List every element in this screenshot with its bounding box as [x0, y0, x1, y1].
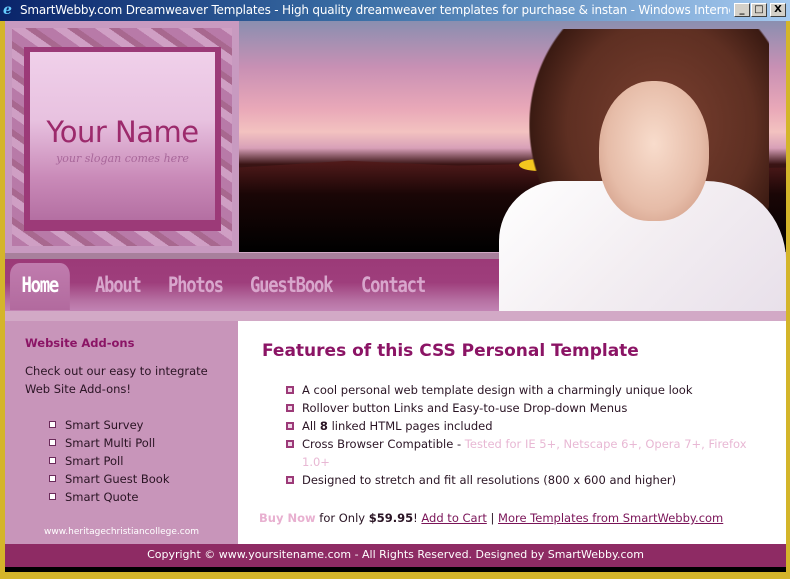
sidebar: Website Add-ons Check out our easy to in… — [5, 321, 238, 544]
logo-frame: Your Name your slogan comes here — [24, 47, 221, 231]
feature-item: Designed to stretch and fit all resoluti… — [286, 471, 766, 489]
page-frame: Your Name your slogan comes here Home Ab… — [5, 21, 786, 572]
feature-item: A cool personal web template design with… — [286, 381, 766, 399]
sidebar-title: Website Add-ons — [25, 336, 135, 350]
content-heading: Features of this CSS Personal Template — [262, 341, 639, 361]
sidebar-watermark-url: www.heritagechristiancollege.com — [44, 527, 199, 537]
nav-divider — [5, 311, 786, 321]
nav-home[interactable]: Home — [10, 263, 70, 310]
footer: Copyright © www.yoursitename.com - All R… — [5, 544, 786, 567]
main-content: Features of this CSS Personal Template A… — [238, 321, 786, 544]
site-name: Your Name — [46, 115, 199, 149]
minimize-button[interactable]: _ — [734, 3, 750, 17]
link-separator: | — [486, 511, 499, 525]
features-list: A cool personal web template design with… — [286, 381, 766, 489]
addons-list: Smart Survey Smart Multi Poll Smart Poll… — [49, 416, 170, 506]
sidebar-intro: Check out our easy to integrate Web Site… — [25, 364, 208, 396]
nav-guestbook[interactable]: GuestBook — [250, 263, 333, 310]
buy-now-label: Buy Now — [259, 511, 316, 525]
addon-smart-poll[interactable]: Smart Poll — [49, 452, 170, 470]
addon-smart-guest-book[interactable]: Smart Guest Book — [49, 470, 170, 488]
feature-text: Cross Browser Compatible - — [302, 437, 465, 451]
nav-about[interactable]: About — [95, 263, 142, 310]
more-templates-link[interactable]: More Templates from SmartWebby.com — [498, 511, 723, 525]
site-slogan: your slogan comes here — [56, 152, 189, 165]
add-to-cart-link[interactable]: Add to Cart — [421, 511, 486, 525]
logo-area: Your Name your slogan comes here — [5, 21, 239, 253]
internet-explorer-icon: e — [3, 2, 12, 18]
feature-text: All — [302, 419, 320, 433]
footer-shadow — [5, 567, 786, 572]
window-titlebar: e SmartWebby.com Dreamweaver Templates -… — [0, 0, 790, 21]
price: $59.95 — [368, 511, 414, 525]
feature-count: 8 — [319, 419, 328, 433]
nav-contact[interactable]: Contact — [361, 263, 426, 310]
maximize-button[interactable]: □ — [751, 3, 767, 17]
buy-line: Buy Now for Only $59.95! Add to Cart | M… — [259, 511, 723, 525]
header-portrait-image — [499, 21, 786, 313]
logo-panel: Your Name your slogan comes here — [30, 52, 215, 220]
addon-smart-quote[interactable]: Smart Quote — [49, 488, 170, 506]
feature-item: Cross Browser Compatible - Tested for IE… — [286, 435, 766, 471]
addon-smart-multi-poll[interactable]: Smart Multi Poll — [49, 434, 170, 452]
portrait-face — [599, 81, 709, 221]
feature-text: linked HTML pages included — [327, 419, 493, 433]
feature-item: Rollover button Links and Easy-to-use Dr… — [286, 399, 766, 417]
logo-flower-border: Your Name your slogan comes here — [12, 28, 232, 246]
close-button[interactable]: X — [770, 3, 786, 17]
nav-photos[interactable]: Photos — [168, 263, 224, 310]
for-only-text: for Only — [315, 511, 369, 525]
window-title: SmartWebby.com Dreamweaver Templates - H… — [20, 3, 730, 17]
feature-item: All 8 linked HTML pages included — [286, 417, 766, 435]
addon-smart-survey[interactable]: Smart Survey — [49, 416, 170, 434]
